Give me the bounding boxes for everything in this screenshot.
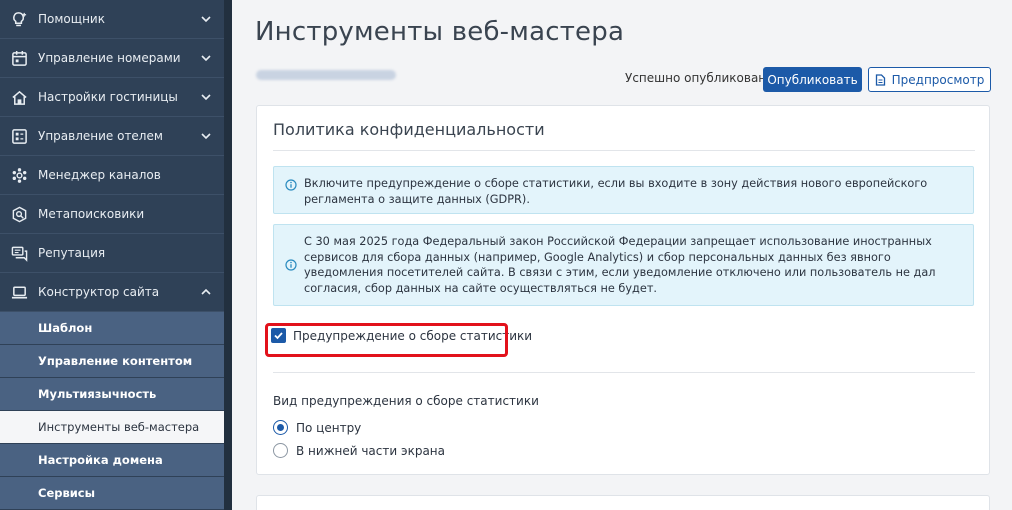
sidebar-item-label: Метапоисковики	[38, 207, 145, 221]
sidebar-item-hotel-management[interactable]: Управление отелем	[0, 117, 224, 156]
privacy-card-title: Политика конфиденциальности	[273, 120, 545, 139]
sidebar-item-label: Менеджер каналов	[38, 168, 161, 182]
sidebar-divider	[224, 0, 232, 510]
info-icon	[285, 179, 297, 191]
info-icon	[285, 259, 297, 271]
sidebar-item-label: Репутация	[38, 246, 106, 260]
next-card	[256, 495, 990, 510]
sidebar-item-hotel-settings[interactable]: Настройки гостиницы	[0, 78, 224, 117]
preview-button-label: Предпросмотр	[891, 72, 985, 87]
sidebar-item-label: Помощник	[38, 12, 105, 26]
preview-button[interactable]: Предпросмотр	[868, 67, 991, 92]
chevron-up-icon	[201, 288, 211, 295]
sidebar-item-site-builder[interactable]: Конструктор сайта	[0, 273, 224, 312]
sidebar-item-reputation[interactable]: Репутация	[0, 234, 224, 273]
sidebar-item-metasearch[interactable]: Метапоисковики	[0, 195, 224, 234]
radio-button[interactable]	[273, 443, 288, 458]
privacy-card: Политика конфиденциальности Включите пре…	[256, 105, 990, 475]
gdpr-info-alert: Включите предупреждение о сборе статисти…	[273, 166, 974, 214]
search-icon	[10, 205, 28, 223]
gdpr-info-text: Включите предупреждение о сборе статисти…	[304, 177, 928, 206]
sidebar-subitem-content[interactable]: Управление контентом	[0, 345, 224, 378]
radio-option-label: По центру	[296, 420, 362, 435]
publish-status: Успешно опубликовано	[625, 71, 774, 85]
laptop-icon	[10, 283, 28, 301]
chevron-down-icon	[201, 133, 211, 140]
chevron-down-icon	[201, 55, 211, 62]
divider	[273, 372, 975, 373]
lightbulb-icon	[10, 10, 28, 28]
sidebar-subitem-template[interactable]: Шаблон	[0, 312, 224, 345]
radio-option-center[interactable]: По центру	[273, 420, 361, 435]
divider	[273, 150, 975, 151]
sidebar-subitem-webmaster-tools[interactable]: Инструменты веб-мастера	[0, 411, 224, 444]
network-icon	[10, 166, 28, 184]
comments-icon	[10, 244, 28, 262]
sidebar-item-channel-manager[interactable]: Менеджер каналов	[0, 156, 224, 195]
radio-option-bottom[interactable]: В нижней части экрана	[273, 443, 445, 458]
highlight-annotation	[265, 323, 508, 357]
home-settings-icon	[10, 88, 28, 106]
warning-type-label: Вид предупреждения о сборе статистики	[273, 394, 539, 408]
radio-option-label: В нижней части экрана	[296, 443, 445, 458]
sidebar-item-label: Настройки гостиницы	[38, 90, 178, 104]
sidebar-item-label: Конструктор сайта	[38, 285, 160, 299]
publish-button[interactable]: Опубликовать	[763, 67, 862, 92]
sidebar-item-label: Управление отелем	[38, 129, 163, 143]
sidebar-item-label: Управление номерами	[38, 51, 181, 65]
grid-panel-icon	[10, 127, 28, 145]
main-content: Инструменты веб-мастера Успешно опублико…	[232, 0, 1012, 510]
sidebar: Помощник Управление номерами Настройки г…	[0, 0, 224, 510]
sidebar-subitem-services[interactable]: Сервисы	[0, 477, 224, 510]
sidebar-item-assistant[interactable]: Помощник	[0, 0, 224, 39]
sidebar-item-rooms[interactable]: Управление номерами	[0, 39, 224, 78]
calendar-icon	[10, 49, 28, 67]
chevron-down-icon	[201, 94, 211, 101]
chevron-down-icon	[201, 16, 211, 23]
sidebar-subitem-domain[interactable]: Настройка домена	[0, 444, 224, 477]
russia-law-info-text: С 30 мая 2025 года Федеральный закон Рос…	[304, 235, 936, 295]
site-url-link-blurred[interactable]	[256, 70, 396, 80]
page-title: Инструменты веб-мастера	[255, 17, 625, 47]
radio-button-selected[interactable]	[273, 420, 288, 435]
document-icon	[875, 73, 885, 86]
sidebar-subitem-multilanguage[interactable]: Мультиязычность	[0, 378, 224, 411]
russia-law-info-alert: С 30 мая 2025 года Федеральный закон Рос…	[273, 224, 974, 306]
